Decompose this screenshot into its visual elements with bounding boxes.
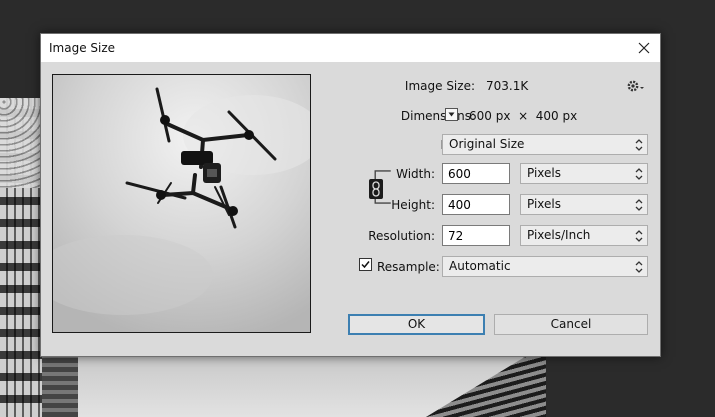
width-input[interactable]: [442, 163, 510, 184]
updown-arrow-icon: [635, 261, 643, 273]
resample-method-select[interactable]: Automatic: [442, 256, 648, 277]
width-unit-value: Pixels: [527, 166, 562, 180]
resolution-unit-value: Pixels/Inch: [527, 228, 591, 242]
image-preview[interactable]: [52, 74, 311, 333]
resolution-unit-select[interactable]: Pixels/Inch: [520, 225, 648, 246]
background-image-left: [0, 98, 42, 417]
background-building-left: [42, 355, 78, 417]
constrain-proportions-toggle[interactable]: [369, 179, 383, 199]
fit-to-select[interactable]: Original Size: [442, 134, 648, 155]
close-icon: [638, 42, 650, 54]
image-size-value: 703.1K: [486, 79, 529, 93]
checkmark-icon: [361, 261, 370, 269]
height-unit-select[interactable]: Pixels: [520, 194, 648, 215]
height-label: Height:: [391, 198, 435, 212]
updown-arrow-icon: [635, 230, 643, 242]
dimensions-units-dropdown[interactable]: [445, 108, 458, 121]
height-input[interactable]: [442, 194, 510, 215]
dialog-content: Image Size: 703.1K Dimensions: 600 px × …: [41, 62, 660, 356]
resample-checkbox[interactable]: [359, 258, 372, 271]
chain-link-icon: [372, 181, 380, 197]
drone-photo: [53, 75, 310, 332]
updown-arrow-icon: [635, 199, 643, 211]
image-size-dialog: Image Size Image Size: 703.1K Dimensions…: [40, 33, 661, 357]
gear-icon: [627, 80, 644, 92]
updown-arrow-icon: [635, 139, 643, 151]
fit-to-value: Original Size: [449, 137, 525, 151]
resolution-input[interactable]: [442, 225, 510, 246]
width-label: Width:: [396, 167, 435, 181]
width-unit-select[interactable]: Pixels: [520, 163, 648, 184]
settings-menu-button[interactable]: [626, 78, 646, 94]
background-building-right: [426, 355, 546, 417]
background-image-bottom: [42, 355, 546, 417]
title-bar: Image Size: [41, 34, 660, 62]
ok-button[interactable]: OK: [348, 314, 485, 335]
height-unit-value: Pixels: [527, 197, 562, 211]
image-size-label: Image Size:: [404, 79, 475, 93]
dialog-title: Image Size: [49, 41, 116, 55]
resample-label: Resample:: [377, 260, 440, 274]
dimensions-value: 600 px × 400 px: [469, 109, 578, 123]
close-button[interactable]: [628, 34, 660, 62]
updown-arrow-icon: [635, 168, 643, 180]
resample-method-value: Automatic: [449, 259, 511, 273]
cancel-button[interactable]: Cancel: [494, 314, 648, 335]
triangle-down-icon: [448, 112, 455, 117]
resolution-label: Resolution:: [368, 229, 435, 243]
